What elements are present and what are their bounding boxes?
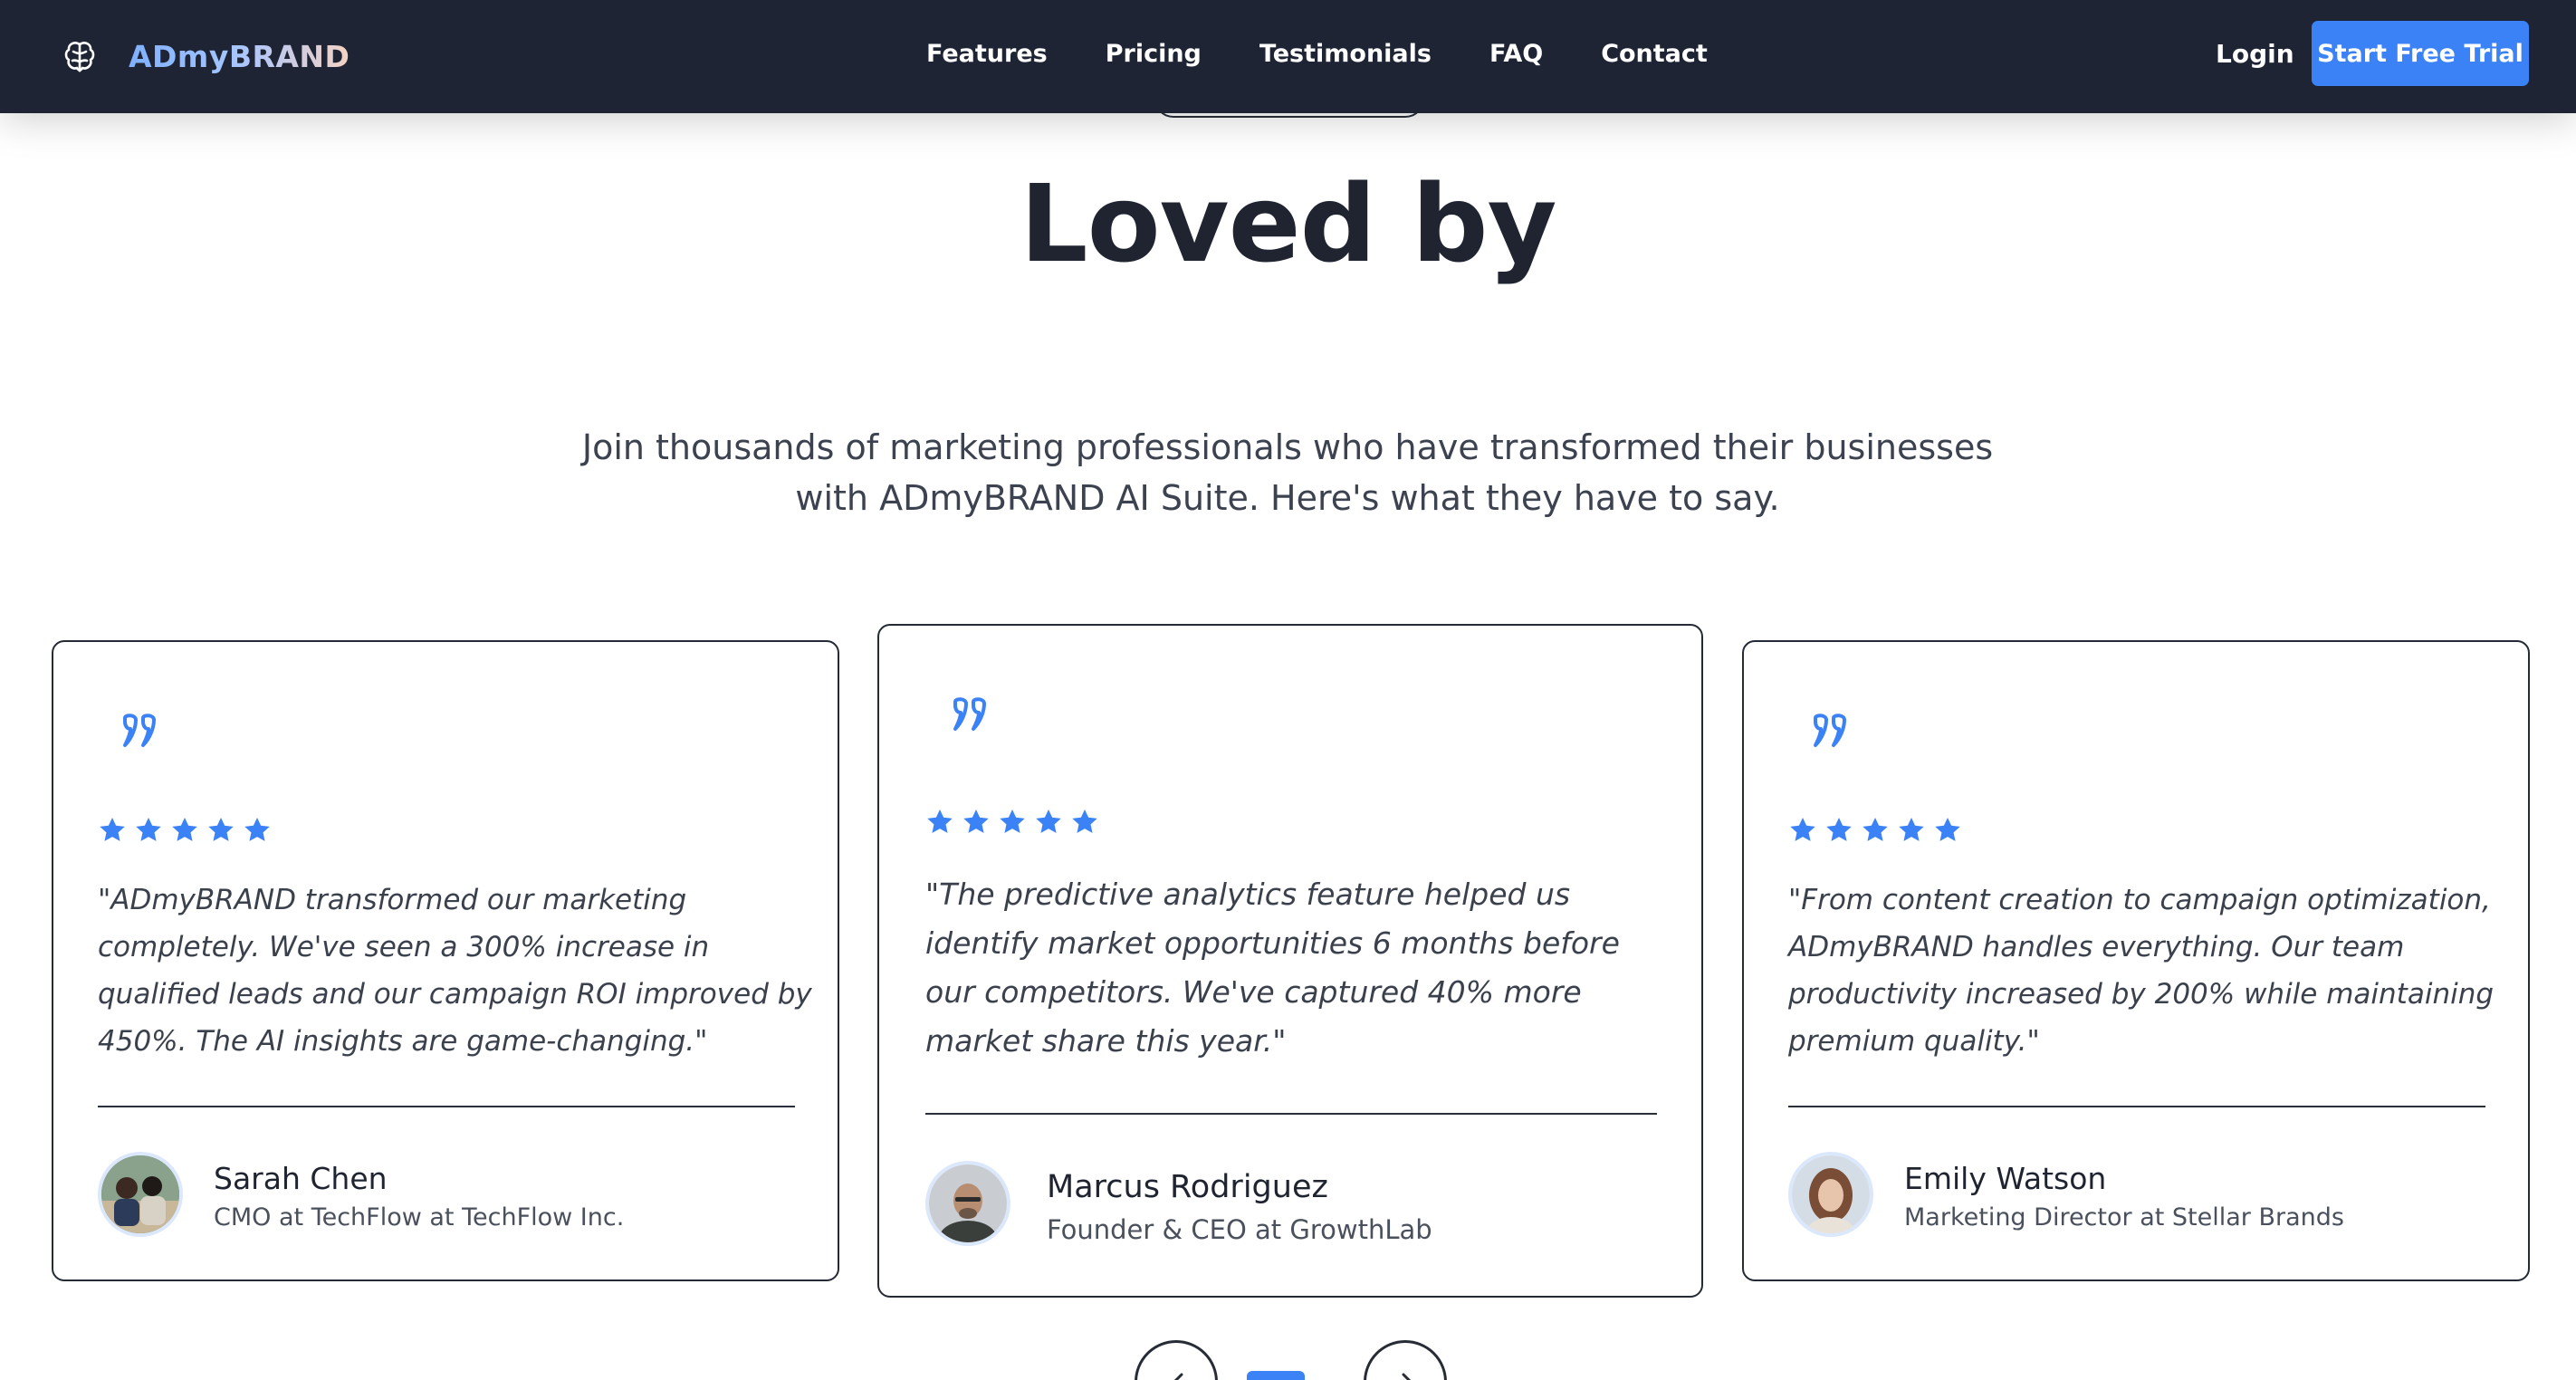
- navbar: ADmyBRAND Features Pricing Testimonials …: [0, 0, 2576, 113]
- avatar-image: [929, 1164, 1007, 1242]
- nav-link-features[interactable]: Features: [926, 36, 1048, 72]
- author-role: Founder & CEO at GrowthLab: [1047, 1214, 1432, 1245]
- star-icon: [1935, 818, 1960, 841]
- brand-name: ADmyBRAND: [129, 38, 350, 74]
- quote-icon: [123, 714, 156, 747]
- testimonial-quote: "The predictive analytics feature helped…: [925, 877, 1620, 1059]
- login-link[interactable]: Login: [2216, 36, 2294, 72]
- avatar: [1788, 1152, 1873, 1237]
- avatar-image: [1792, 1155, 1870, 1233]
- star-icon: [1863, 818, 1888, 841]
- nav-links: Features Pricing Testimonials FAQ Contac…: [926, 36, 1708, 72]
- section-heading: Loved by: [1020, 161, 1556, 286]
- star-icon: [244, 818, 270, 841]
- quote-icon: [953, 697, 986, 731]
- divider: [925, 1113, 1657, 1115]
- star-icon: [1790, 818, 1815, 841]
- quote-icon: [1814, 714, 1846, 747]
- brain-icon: [64, 42, 95, 72]
- star-rating: [1788, 816, 1962, 845]
- star-icon: [208, 818, 234, 841]
- testimonial-quote: "ADmyBRAND transformed our marketing com…: [98, 884, 812, 1058]
- section-subtitle: Join thousands of marketing professional…: [581, 427, 1994, 518]
- testimonial-card: "ADmyBRAND transformed our marketing com…: [52, 640, 839, 1281]
- star-rating: [925, 808, 1099, 837]
- author-role: CMO at TechFlow at TechFlow Inc.: [214, 1203, 625, 1231]
- brand-logo[interactable]: ADmyBRAND: [62, 33, 350, 80]
- avatar-image: [101, 1155, 179, 1233]
- author-name: Marcus Rodriguez: [1047, 1169, 1328, 1205]
- nav-link-faq[interactable]: FAQ: [1489, 36, 1543, 72]
- nav-link-contact[interactable]: Contact: [1601, 36, 1708, 72]
- star-icon: [100, 818, 125, 841]
- chevron-left-icon: [1173, 1373, 1183, 1380]
- star-icon: [172, 818, 197, 841]
- testimonial-card: "From content creation to campaign optim…: [1742, 640, 2530, 1281]
- star-icon: [1036, 810, 1061, 833]
- author-name: Emily Watson: [1904, 1161, 2107, 1196]
- chevron-right-icon: [1402, 1373, 1412, 1380]
- author-name: Sarah Chen: [214, 1161, 388, 1196]
- divider: [1788, 1106, 2485, 1107]
- star-icon: [1072, 810, 1097, 833]
- nav-link-testimonials[interactable]: Testimonials: [1259, 36, 1432, 72]
- carousel-next-button[interactable]: [1364, 1340, 1447, 1380]
- testimonial-quote: "From content creation to campaign optim…: [1788, 884, 2495, 1058]
- carousel-prev-button[interactable]: [1135, 1340, 1218, 1380]
- avatar: [98, 1152, 183, 1237]
- author-role: Marketing Director at Stellar Brands: [1904, 1203, 2344, 1231]
- avatar: [925, 1161, 1010, 1246]
- star-icon: [1826, 818, 1852, 841]
- carousel-dot-active[interactable]: [1247, 1371, 1305, 1380]
- star-icon: [963, 810, 989, 833]
- star-icon: [136, 818, 161, 841]
- star-icon: [1899, 818, 1924, 841]
- start-free-trial-button[interactable]: Start Free Trial: [2312, 21, 2529, 86]
- testimonial-card: "The predictive analytics feature helped…: [877, 624, 1703, 1298]
- star-icon: [1000, 810, 1025, 833]
- star-icon: [927, 810, 953, 833]
- divider: [98, 1106, 795, 1107]
- nav-link-pricing[interactable]: Pricing: [1106, 36, 1202, 72]
- star-rating: [98, 816, 272, 845]
